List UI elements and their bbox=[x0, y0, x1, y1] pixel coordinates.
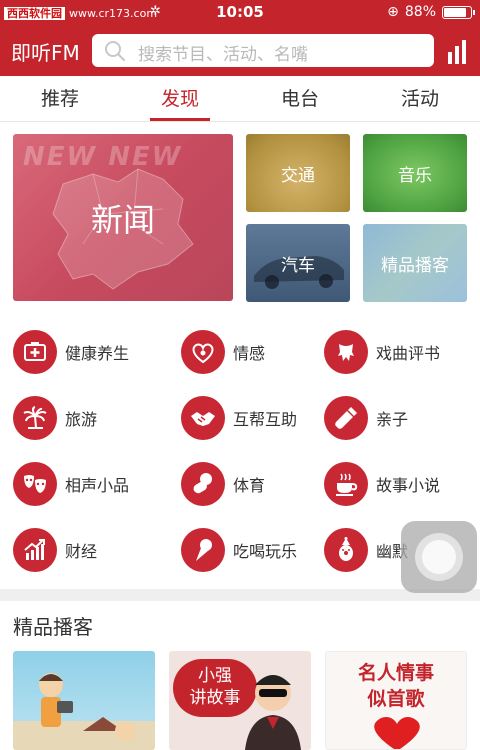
podcast-card-portrait bbox=[245, 675, 301, 750]
category-label: 旅游 bbox=[65, 410, 98, 429]
assistive-touch-icon bbox=[415, 533, 463, 581]
ice-cream-icon bbox=[181, 528, 225, 572]
category-label: 戏曲评书 bbox=[376, 344, 441, 363]
category-label: 体育 bbox=[233, 476, 266, 495]
battery-percent: 88% bbox=[404, 4, 436, 20]
ranking-bars-icon[interactable] bbox=[448, 40, 468, 64]
status-right: ⊕ 88% bbox=[387, 4, 475, 20]
podcast-card[interactable]: 名人情事 似首歌 bbox=[325, 651, 467, 750]
opera-beard-icon bbox=[324, 330, 368, 374]
banner-music-label: 音乐 bbox=[398, 165, 432, 186]
app-title: 即听FM bbox=[11, 41, 80, 65]
handshake-icon bbox=[181, 396, 225, 440]
category-food-fun[interactable]: 吃喝玩乐 bbox=[181, 527, 297, 573]
category-finance[interactable]: 财经 bbox=[13, 527, 97, 573]
search-icon bbox=[105, 41, 126, 62]
category-label: 健康养生 bbox=[65, 344, 130, 363]
banner-traffic[interactable]: 交通 bbox=[246, 134, 350, 212]
first-aid-kit-icon bbox=[13, 330, 57, 374]
palm-tree-icon bbox=[13, 396, 57, 440]
sports-balls-icon bbox=[181, 462, 225, 506]
tab-discover[interactable]: 发现 bbox=[120, 76, 240, 121]
podcast-card-illustration bbox=[13, 673, 155, 750]
hearts-icon bbox=[181, 330, 225, 374]
banner-podcast-label: 精品播客 bbox=[381, 255, 449, 276]
finance-chart-icon bbox=[13, 528, 57, 572]
banner-podcast[interactable]: 精品播客 bbox=[363, 224, 467, 302]
tab-activities[interactable]: 活动 bbox=[360, 76, 480, 121]
battery-fill bbox=[444, 7, 466, 17]
search-input[interactable]: 搜索节目、活动、名嘴 bbox=[92, 34, 434, 67]
category-label: 情感 bbox=[233, 344, 266, 363]
category-stories[interactable]: 故事小说 bbox=[324, 461, 440, 507]
banner-news[interactable]: NEW NEW 新闻 bbox=[13, 134, 233, 301]
status-bar: 西西软件园 www.cr173.com ✲ 10:05 ⊕ 88% bbox=[0, 0, 480, 26]
top-tabs: 推荐 发现 电台 活动 bbox=[0, 76, 480, 122]
heart-icon bbox=[374, 717, 420, 749]
podcast-card[interactable]: 小强 讲故事 bbox=[169, 651, 311, 750]
baby-bottle-icon bbox=[324, 396, 368, 440]
category-emotion[interactable]: 情感 bbox=[181, 329, 265, 375]
category-health[interactable]: 健康养生 bbox=[13, 329, 129, 375]
clown-icon bbox=[324, 528, 368, 572]
category-label: 故事小说 bbox=[376, 476, 441, 495]
category-humor[interactable]: 幽默 bbox=[324, 527, 408, 573]
banner-car[interactable]: 汽车 bbox=[246, 224, 350, 302]
category-mutual-help[interactable]: 互帮互助 bbox=[181, 395, 297, 441]
tab-recommend[interactable]: 推荐 bbox=[0, 76, 120, 121]
banner-car-label: 汽车 bbox=[281, 255, 315, 276]
category-opera[interactable]: 戏曲评书 bbox=[324, 329, 440, 375]
search-placeholder: 搜索节目、活动、名嘴 bbox=[138, 45, 308, 65]
category-label: 财经 bbox=[65, 542, 98, 561]
tab-radio[interactable]: 电台 bbox=[240, 76, 360, 121]
orientation-lock-icon: ⊕ bbox=[387, 4, 399, 20]
category-travel[interactable]: 旅游 bbox=[13, 395, 97, 441]
category-label: 互帮互助 bbox=[233, 410, 298, 429]
podcast-section-title: 精品播客 bbox=[13, 615, 93, 639]
category-label: 亲子 bbox=[376, 410, 409, 429]
category-parenting[interactable]: 亲子 bbox=[324, 395, 408, 441]
battery-icon bbox=[442, 5, 475, 19]
tea-cup-icon bbox=[324, 462, 368, 506]
podcast-card[interactable] bbox=[13, 651, 155, 750]
app-header: 即听FM 搜索节目、活动、名嘴 bbox=[0, 26, 480, 76]
category-sports[interactable]: 体育 bbox=[181, 461, 265, 507]
assistive-touch-button[interactable] bbox=[401, 521, 477, 593]
category-label: 吃喝玩乐 bbox=[233, 542, 298, 561]
theater-masks-icon bbox=[13, 462, 57, 506]
banner-music[interactable]: 音乐 bbox=[363, 134, 467, 212]
banner-traffic-label: 交通 bbox=[281, 165, 315, 186]
banner-news-label: 新闻 bbox=[90, 200, 155, 239]
category-label: 相声小品 bbox=[65, 476, 130, 495]
category-crosstalk[interactable]: 相声小品 bbox=[13, 461, 129, 507]
